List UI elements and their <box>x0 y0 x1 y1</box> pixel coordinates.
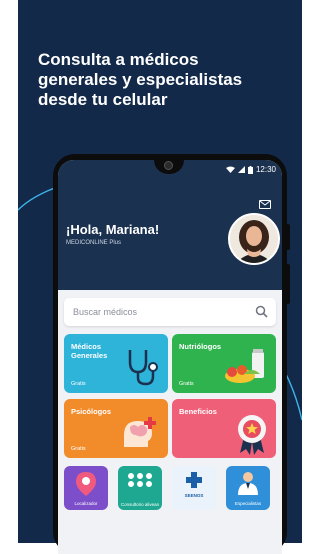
search-input[interactable]: Buscar médicos <box>73 307 137 317</box>
tile-label: Especialistas <box>234 501 262 506</box>
medical-cross-icon <box>186 472 202 488</box>
card-title: Médicos Generales <box>71 342 108 360</box>
card-nutriologos[interactable]: Nutriólogos Gratis <box>172 334 276 393</box>
status-bar: 12:30 <box>225 165 276 174</box>
search-icon[interactable] <box>255 305 268 318</box>
people-icon <box>128 473 152 487</box>
fruit-icon <box>225 349 264 383</box>
camera-icon <box>164 161 173 170</box>
app-header: 12:30 ¡Hola, Mariana! MEDICONLINE Plus <box>58 160 282 290</box>
phone-side-button <box>286 224 290 250</box>
award-ribbon-icon <box>238 415 266 455</box>
phone-side-button <box>286 264 290 304</box>
card-beneficios[interactable]: Beneficios <box>172 399 276 458</box>
promo-headline: Consulta a médicos generales y especiali… <box>38 50 288 110</box>
tile-consultorio-alivean[interactable]: Consultorio alivean <box>118 466 162 510</box>
avatar[interactable] <box>228 213 280 265</box>
tile-label: SEENOS <box>184 493 204 498</box>
plan-label: MEDICONLINE Plus <box>66 240 122 246</box>
headline-line: generales y especialistas <box>38 70 243 89</box>
tile-seenos[interactable]: SEENOS <box>172 466 216 510</box>
phone-mockup: 12:30 ¡Hola, Mariana! MEDICONLINE Plus B… <box>53 154 290 554</box>
app-screen: 12:30 ¡Hola, Mariana! MEDICONLINE Plus B… <box>58 160 282 554</box>
card-title: Beneficios <box>179 407 217 416</box>
headline-line: Consulta a médicos <box>38 50 199 69</box>
mail-icon[interactable] <box>259 200 271 209</box>
wifi-icon <box>225 166 235 173</box>
stethoscope-icon <box>128 350 158 386</box>
tile-label: Consultorio alivean <box>120 502 160 507</box>
greeting-text: ¡Hola, Mariana! <box>66 222 160 237</box>
status-time: 12:30 <box>255 165 276 174</box>
map-pin-icon <box>76 472 96 496</box>
tile-especialistas[interactable]: Especialistas <box>226 466 270 510</box>
card-title: Nutriólogos <box>179 342 222 351</box>
tile-label: Localizador <box>74 501 98 506</box>
headline-line: desde tu celular <box>38 90 168 109</box>
brain-icon <box>124 417 156 447</box>
card-psicologos[interactable]: Psicólogos Gratis <box>64 399 168 458</box>
card-title: Psicólogos <box>71 407 112 416</box>
card-tag: Gratis <box>71 381 86 387</box>
card-tag: Gratis <box>71 446 86 452</box>
phone-notch <box>154 160 184 174</box>
search-bar[interactable]: Buscar médicos <box>64 298 276 326</box>
doctor-icon <box>238 472 258 495</box>
card-medicos-generales[interactable]: Médicos Generales Gratis <box>64 334 168 393</box>
battery-icon <box>247 165 253 174</box>
signal-icon <box>237 166 245 173</box>
card-tag: Gratis <box>179 381 194 387</box>
tile-localizador[interactable]: Localizador <box>64 466 108 510</box>
